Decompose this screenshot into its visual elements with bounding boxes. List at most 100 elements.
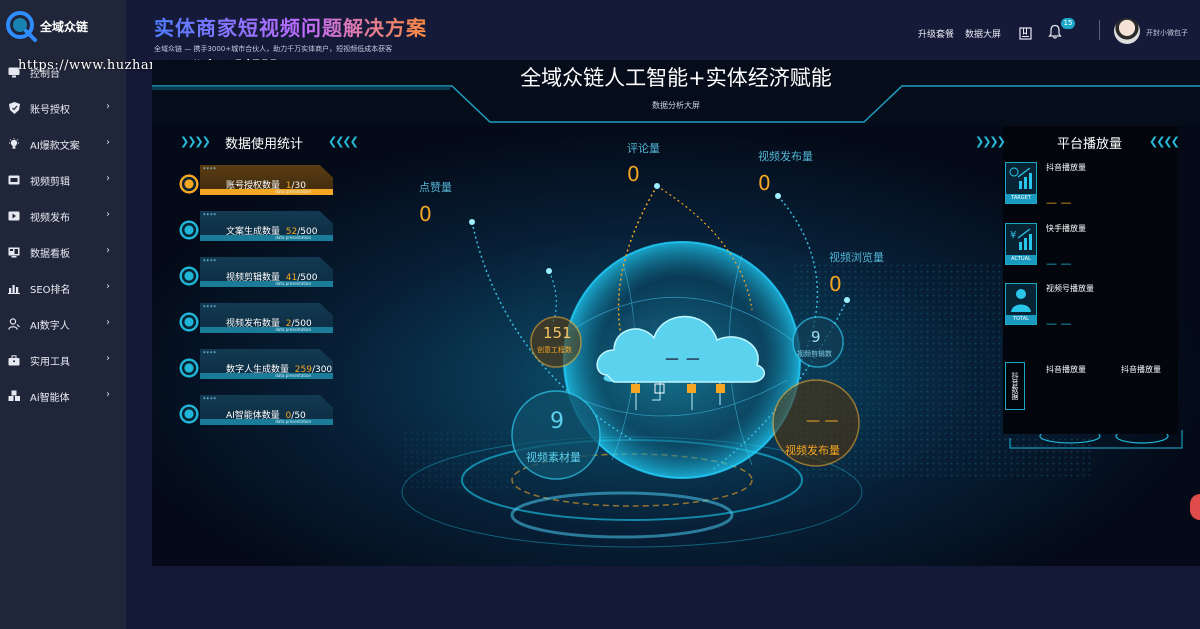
bubble-published-value: — —	[806, 413, 839, 429]
gear-ring-icon	[178, 265, 200, 287]
sidebar-item-ai-avatar[interactable]: AI数字人 ›	[0, 306, 126, 342]
sidebar-item-label: 数据看板	[30, 248, 70, 260]
sidebar-item-label: 视频剪辑	[30, 176, 70, 188]
comments-label: 评论量	[627, 142, 660, 155]
bubble-material-label: 视频素材量	[526, 451, 581, 464]
chevron-right-icon: ›	[106, 389, 110, 400]
chevron-right-icon: ›	[106, 353, 110, 364]
chevron-right-icon: ›	[106, 317, 110, 328]
stat-caption: data presentation	[275, 235, 311, 240]
stat-caption: data presentation	[275, 281, 311, 286]
video-published-value: 0	[758, 171, 771, 195]
sidebar-item-ai-copywriting[interactable]: AI爆款文案 ›	[0, 126, 126, 162]
stat-dots: ****	[203, 397, 217, 403]
stat-caption: data presentation	[275, 373, 311, 378]
sidebar-item-ai-agent[interactable]: Ai智能体 ›	[0, 378, 126, 414]
douyin-plays-label-2: 抖音播放量	[1046, 365, 1086, 374]
likes-label: 点赞量	[419, 181, 452, 194]
arrow-decoration-right: ❮❮❮❮	[328, 135, 359, 148]
sidebar-item-label: Ai智能体	[30, 392, 70, 404]
data-screen: 全域众链人工智能+实体经济赋能 数据分析大屏 ❯❯❯❯ 数据使用统计 ❮❮❮❮ …	[152, 60, 1200, 566]
svg-text:¥: ¥	[1010, 230, 1016, 241]
gear-ring-icon	[178, 403, 200, 425]
target-tag: TARGET	[1006, 194, 1036, 203]
stat-video-published: **** 视频发布数量 2/500 data presentation	[174, 303, 334, 339]
gear-ring-icon	[178, 173, 200, 195]
video-icon	[7, 173, 21, 187]
sidebar-item-label: AI爆款文案	[30, 140, 80, 152]
sidebar: 全域众链 控制台 账号授权 › AI爆款文案 › 视频剪辑 › 视频发布 › 数…	[0, 0, 126, 629]
douyin-data-tag: 抖音数据	[1005, 362, 1025, 410]
screen-title: 全域众链人工智能+实体经济赋能	[520, 66, 832, 90]
bubble-edit-value: 9	[811, 328, 821, 346]
chevron-right-icon: ›	[106, 101, 110, 112]
sidebar-item-video-edit[interactable]: 视频剪辑 ›	[0, 162, 126, 198]
shield-icon	[7, 101, 21, 115]
stat-video-edited: **** 视频剪辑数量 41/500 data presentation	[174, 257, 334, 293]
wechat-plays-label: 视频号播放量	[1046, 284, 1094, 293]
upgrade-plan-link[interactable]: 升级套餐	[918, 27, 954, 40]
app-logo[interactable]: 全域众链	[4, 6, 124, 46]
stat-ai-agent: **** AI智能体数量 0/50 data presentation	[174, 395, 334, 431]
likes-value: 0	[419, 202, 432, 226]
bulb-icon	[7, 137, 21, 151]
actual-chart-icon: ¥ ACTUAL	[1005, 223, 1037, 265]
video-views-label: 视频浏览量	[829, 251, 884, 264]
douyin-plays-value: — —	[1046, 196, 1072, 209]
avatar[interactable]	[1114, 18, 1140, 44]
bubble-edit-label: 视频剪辑数	[797, 350, 832, 358]
briefcase-icon	[7, 353, 21, 367]
stat-account-auth: **** 账号授权数量 1/30 data presentation	[174, 165, 334, 201]
stat-dots: ****	[203, 213, 217, 219]
sidebar-item-label: 实用工具	[30, 356, 70, 368]
sidebar-item-tools[interactable]: 实用工具 ›	[0, 342, 126, 378]
comments-value: 0	[627, 162, 640, 186]
header-divider	[1099, 20, 1100, 40]
gear-ring-icon	[178, 219, 200, 241]
stat-dots: ****	[203, 259, 217, 265]
stat-caption: data presentation	[275, 327, 311, 332]
floating-action-tab[interactable]	[1190, 494, 1200, 520]
sidebar-item-seo-ranking[interactable]: SEO排名 ›	[0, 270, 126, 306]
sidebar-menu: 控制台 账号授权 › AI爆款文案 › 视频剪辑 › 视频发布 › 数据看板 ›	[0, 54, 126, 414]
data-screen-link[interactable]: 数据大屏	[965, 27, 1001, 40]
chevron-right-icon: ›	[106, 209, 110, 220]
arrow-decoration-right: ❮❮❮❮	[1149, 135, 1180, 148]
bubble-published-label: 视频发布量	[785, 444, 840, 457]
stat-dots: ****	[203, 351, 217, 357]
platform-plays-title: 平台播放量	[1057, 137, 1123, 152]
sidebar-item-data-board[interactable]: 数据看板 ›	[0, 234, 126, 270]
gear-ring-icon	[178, 311, 200, 333]
user-name[interactable]: 开封小微包子	[1146, 28, 1188, 38]
book-icon[interactable]	[1019, 25, 1032, 44]
screen-subtitle: 数据分析大屏	[652, 101, 700, 110]
platform-plays-panel: ❯❯❯❯ 平台播放量 ❮❮❮❮ TARGET 抖音播放量 — — ¥ ACTUA…	[975, 126, 1180, 434]
sidebar-item-label: 视频发布	[30, 212, 70, 224]
exposure-label: 曝光量	[624, 315, 661, 329]
stat-caption: data presentation	[275, 419, 311, 424]
arrow-decoration-left: ❯❯❯❯	[180, 135, 211, 148]
total-tag: TOTAL	[1006, 315, 1036, 324]
app-name: 全域众链	[40, 19, 89, 34]
bell-icon[interactable]	[1048, 24, 1062, 43]
sidebar-item-account-auth[interactable]: 账号授权 ›	[0, 90, 126, 126]
board-icon	[7, 245, 21, 259]
logo-q-icon	[4, 9, 38, 43]
notification-badge: 15	[1061, 18, 1075, 29]
chevron-right-icon: ›	[106, 137, 110, 148]
bubble-creative-value: 151	[543, 324, 572, 342]
douyin-plays-label: 抖音播放量	[1046, 163, 1086, 172]
kuaishou-plays-label: 快手播放量	[1046, 224, 1086, 233]
stat-dots: ****	[203, 167, 217, 173]
bubble-creative-label: 创意工程数	[537, 346, 572, 354]
stat-caption: data presentation	[275, 189, 311, 194]
cubes-icon	[7, 389, 21, 403]
usage-stats-title: 数据使用统计	[225, 137, 304, 152]
sidebar-item-video-publish[interactable]: 视频发布 ›	[0, 198, 126, 234]
bar-chart-icon	[7, 281, 21, 295]
play-icon	[7, 209, 21, 223]
sidebar-item-label: 账号授权	[30, 104, 70, 116]
stat-copy-generated: **** 文案生成数量 52/500 data presentation	[174, 211, 334, 247]
stat-dots: ****	[203, 305, 217, 311]
total-user-icon: TOTAL	[1005, 283, 1037, 325]
